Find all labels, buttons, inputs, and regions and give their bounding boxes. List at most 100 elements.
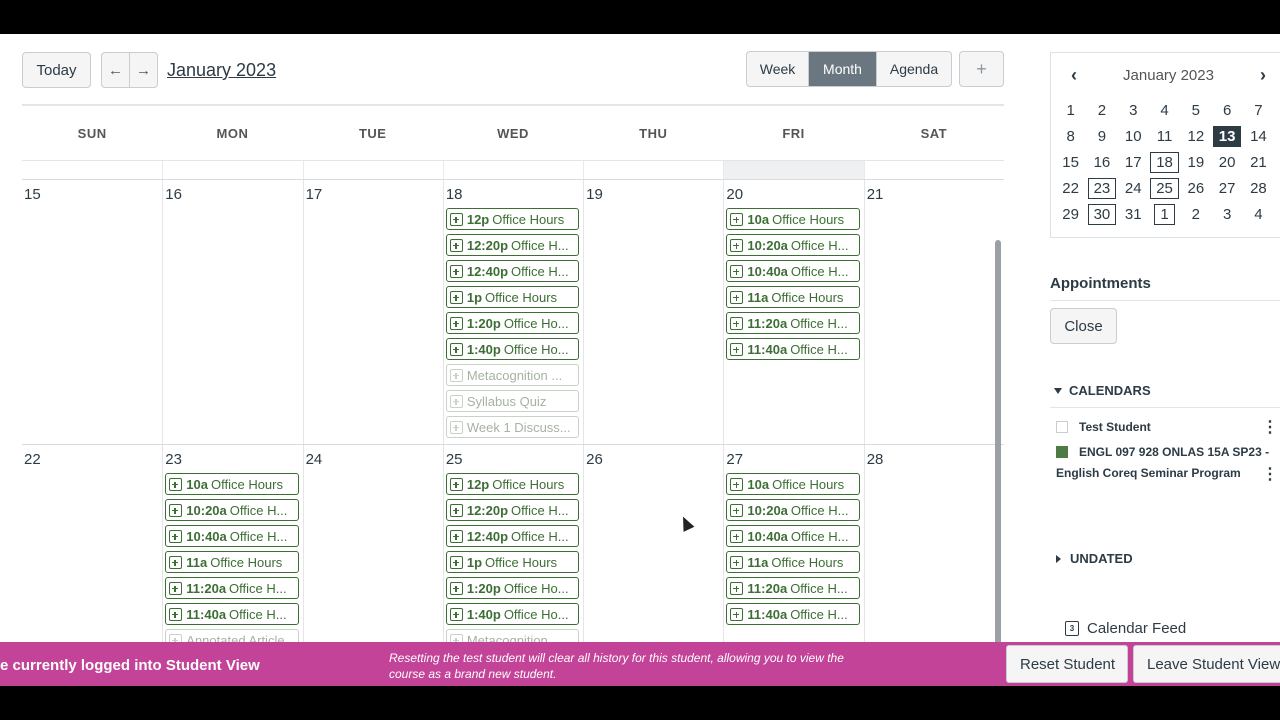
appointment-event[interactable]: 12:20p Office H... xyxy=(445,499,580,521)
mini-calendar-day[interactable]: 4 xyxy=(1243,201,1274,227)
mini-calendar-day[interactable]: 29 xyxy=(1055,201,1086,227)
assignment-event[interactable]: Syllabus Quiz xyxy=(445,390,580,412)
day-number[interactable]: 21 xyxy=(867,186,1002,204)
mini-calendar-day[interactable]: 24 xyxy=(1118,175,1149,201)
mini-calendar-day[interactable]: 25 xyxy=(1149,175,1180,201)
mini-calendar-day[interactable]: 7 xyxy=(1243,97,1274,123)
view-agenda-button[interactable]: Agenda xyxy=(877,52,951,86)
calendar-day-cell[interactable]: 19 xyxy=(583,180,723,444)
calendar-day-cell[interactable]: 15 xyxy=(22,180,162,444)
day-number[interactable]: 16 xyxy=(165,186,300,204)
day-number[interactable]: 22 xyxy=(24,451,160,469)
appointment-event[interactable]: 10a Office Hours xyxy=(726,473,860,495)
mini-prev-month-icon[interactable]: ‹ xyxy=(1071,65,1077,86)
calendar-options-icon[interactable]: ⋮ xyxy=(1262,417,1278,437)
mini-calendar-day[interactable]: 6 xyxy=(1211,97,1242,123)
appointment-event[interactable]: 1:20p Office Ho... xyxy=(445,577,580,599)
mini-calendar-day[interactable]: 10 xyxy=(1118,123,1149,149)
appointment-event[interactable]: 12:20p Office H... xyxy=(445,234,580,256)
day-number[interactable]: 17 xyxy=(306,186,441,204)
close-appointments-button[interactable]: Close xyxy=(1050,308,1117,344)
day-number[interactable]: 20 xyxy=(726,186,861,204)
month-title[interactable]: January 2023 xyxy=(167,60,276,81)
appointment-event[interactable]: 10:40a Office H... xyxy=(165,525,299,547)
appointment-event[interactable]: 12p Office Hours xyxy=(445,473,580,495)
appointment-event[interactable]: 10:40a Office H... xyxy=(726,260,860,282)
assignment-event[interactable]: Metacognition ... xyxy=(445,364,580,386)
day-number[interactable]: 24 xyxy=(306,451,441,469)
mini-calendar-day[interactable]: 2 xyxy=(1086,97,1117,123)
appointment-event[interactable]: 11:40a Office H... xyxy=(726,338,860,360)
day-number[interactable]: 26 xyxy=(586,451,721,469)
mini-calendar-day[interactable]: 27 xyxy=(1211,175,1242,201)
prev-month-button[interactable]: ← xyxy=(102,53,130,87)
day-number[interactable]: 27 xyxy=(726,451,861,469)
appointment-event[interactable]: 1:40p Office Ho... xyxy=(445,338,580,360)
mini-calendar-day[interactable]: 9 xyxy=(1086,123,1117,149)
calendar-options-icon[interactable]: ⋮ xyxy=(1262,464,1278,484)
calendar-item-engl-course[interactable]: ENGL 097 928 ONLAS 15A SP23 - xyxy=(1056,445,1269,459)
appointment-event[interactable]: 11:20a Office H... xyxy=(165,577,299,599)
reset-student-button[interactable]: Reset Student xyxy=(1006,645,1128,683)
mini-calendar-day[interactable]: 30 xyxy=(1086,201,1117,227)
mini-calendar-day[interactable]: 31 xyxy=(1118,201,1149,227)
appointment-event[interactable]: 12:40p Office H... xyxy=(445,260,580,282)
mini-calendar-day[interactable]: 4 xyxy=(1149,97,1180,123)
calendar-color-swatch[interactable] xyxy=(1056,446,1068,458)
view-week-button[interactable]: Week xyxy=(747,52,809,86)
appointment-event[interactable]: 10:20a Office H... xyxy=(726,234,860,256)
mini-calendar-day[interactable]: 23 xyxy=(1086,175,1117,201)
appointment-event[interactable]: 10:20a Office H... xyxy=(165,499,299,521)
day-number[interactable]: 18 xyxy=(446,186,581,204)
day-number[interactable]: 25 xyxy=(446,451,581,469)
appointment-event[interactable]: 11:20a Office H... xyxy=(726,577,860,599)
day-number[interactable]: 23 xyxy=(165,451,300,469)
mini-calendar-day[interactable]: 2 xyxy=(1180,201,1211,227)
appointment-event[interactable]: 11a Office Hours xyxy=(726,286,860,308)
appointment-event[interactable]: 1p Office Hours xyxy=(445,551,580,573)
appointment-event[interactable]: 11:40a Office H... xyxy=(726,603,860,625)
mini-calendar-day[interactable]: 3 xyxy=(1211,201,1242,227)
appointment-event[interactable]: 10a Office Hours xyxy=(726,208,860,230)
mini-calendar-day[interactable]: 19 xyxy=(1180,149,1211,175)
mini-calendar-day[interactable]: 1 xyxy=(1149,201,1180,227)
appointment-event[interactable]: 10:40a Office H... xyxy=(726,525,860,547)
appointment-event[interactable]: 1:40p Office Ho... xyxy=(445,603,580,625)
calendar-item-test-student[interactable]: Test Student xyxy=(1056,420,1151,434)
appointment-event[interactable]: 11:20a Office H... xyxy=(726,312,860,334)
appointment-event[interactable]: 12:40p Office H... xyxy=(445,525,580,547)
appointment-event[interactable]: 11a Office Hours xyxy=(726,551,860,573)
day-number[interactable]: 15 xyxy=(24,186,160,204)
assignment-event[interactable]: Week 1 Discuss... xyxy=(445,416,580,438)
mini-calendar-day[interactable]: 17 xyxy=(1118,149,1149,175)
calendar-day-cell[interactable]: 17 xyxy=(302,180,443,444)
mini-calendar-day[interactable]: 12 xyxy=(1180,123,1211,149)
calendar-day-cell[interactable]: 21 xyxy=(863,180,1004,444)
calendar-day-cell[interactable]: 16 xyxy=(162,180,302,444)
mini-calendar-day[interactable]: 28 xyxy=(1243,175,1274,201)
mini-calendar-day[interactable]: 1 xyxy=(1055,97,1086,123)
mini-calendar-day[interactable]: 21 xyxy=(1243,149,1274,175)
mini-calendar-day[interactable]: 15 xyxy=(1055,149,1086,175)
calendars-toggle[interactable]: CALENDARS xyxy=(1054,383,1151,398)
appointment-event[interactable]: 11:40a Office H... xyxy=(165,603,299,625)
leave-student-view-button[interactable]: Leave Student View xyxy=(1133,645,1280,683)
appointment-event[interactable]: 10a Office Hours xyxy=(165,473,299,495)
mini-calendar-day[interactable]: 11 xyxy=(1149,123,1180,149)
view-month-button[interactable]: Month xyxy=(809,52,877,86)
calendar-color-swatch[interactable] xyxy=(1056,421,1068,433)
mini-calendar-day[interactable]: 14 xyxy=(1243,123,1274,149)
calendar-feed-link[interactable]: 3 Calendar Feed xyxy=(1065,620,1186,637)
mini-calendar-day[interactable]: 3 xyxy=(1118,97,1149,123)
mini-calendar-day[interactable]: 16 xyxy=(1086,149,1117,175)
day-number[interactable]: 28 xyxy=(867,451,1002,469)
mini-calendar-day[interactable]: 26 xyxy=(1180,175,1211,201)
appointment-event[interactable]: 10:20a Office H... xyxy=(726,499,860,521)
mini-calendar-day[interactable]: 18 xyxy=(1149,149,1180,175)
next-month-button[interactable]: → xyxy=(130,53,157,87)
mini-calendar-day[interactable]: 8 xyxy=(1055,123,1086,149)
mini-calendar-day[interactable]: 20 xyxy=(1211,149,1242,175)
appointment-event[interactable]: 1:20p Office Ho... xyxy=(445,312,580,334)
appointment-event[interactable]: 12p Office Hours xyxy=(445,208,580,230)
today-button[interactable]: Today xyxy=(22,52,91,88)
